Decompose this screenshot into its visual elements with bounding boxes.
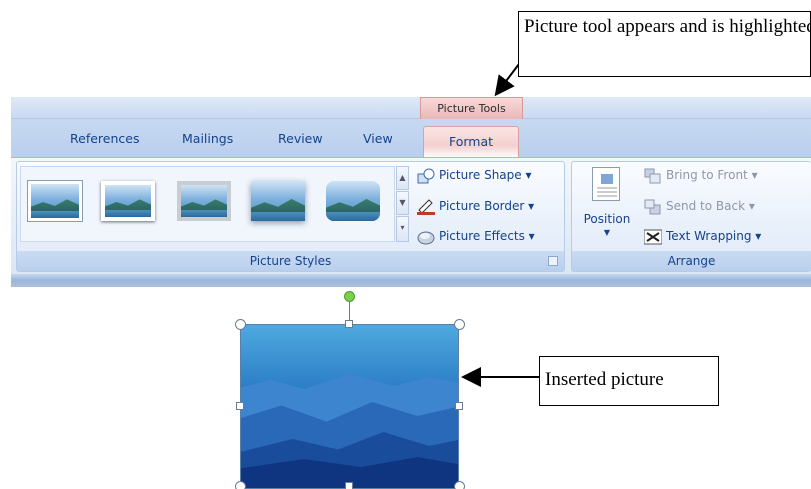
callout-inserted-picture: Inserted picture	[539, 356, 719, 406]
callout-picture-tools: Picture tool appears and is highlighted.	[518, 11, 811, 77]
